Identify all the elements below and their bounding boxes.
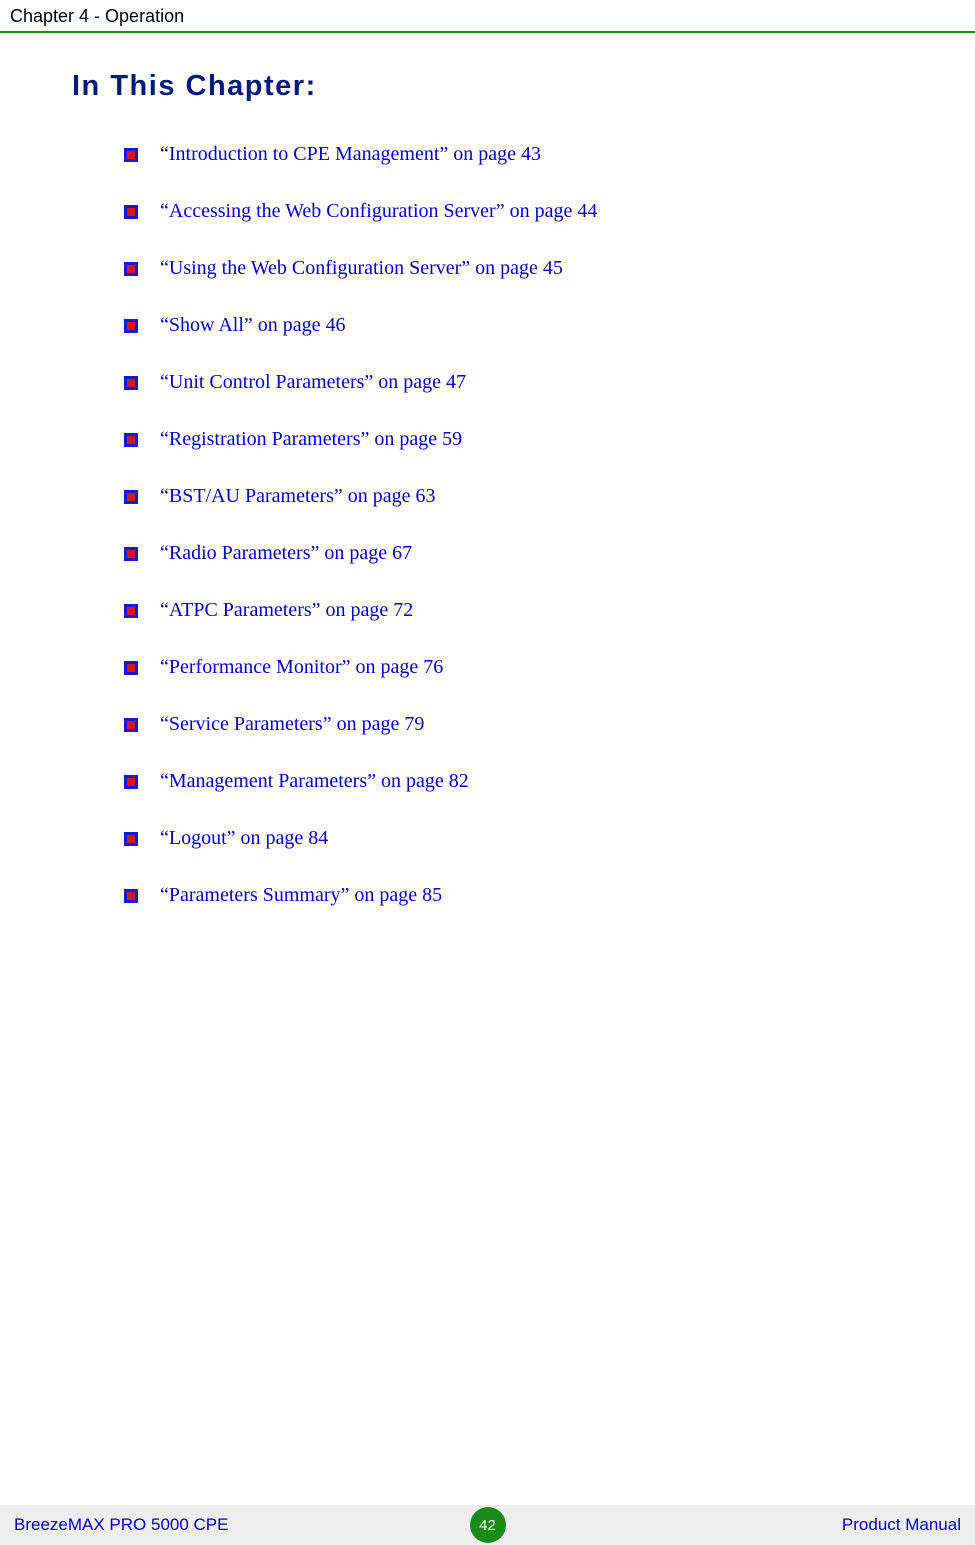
square-bullet-icon: [124, 604, 138, 618]
page-footer: BreezeMAX PRO 5000 CPE 42 Product Manual: [0, 1505, 975, 1545]
square-bullet-icon: [124, 433, 138, 447]
toc-link[interactable]: “Registration Parameters” on page 59: [160, 428, 462, 451]
toc-item: “Unit Control Parameters” on page 47: [124, 371, 935, 394]
square-bullet-icon: [124, 376, 138, 390]
toc-item: “BST/AU Parameters” on page 63: [124, 485, 935, 508]
toc-link[interactable]: “Accessing the Web Configuration Server”…: [160, 200, 597, 223]
toc-item: “Using the Web Configuration Server” on …: [124, 257, 935, 280]
toc-item: “Logout” on page 84: [124, 827, 935, 850]
toc-link[interactable]: “Unit Control Parameters” on page 47: [160, 371, 466, 394]
toc-link[interactable]: “Management Parameters” on page 82: [160, 770, 469, 793]
toc-item: “Management Parameters” on page 82: [124, 770, 935, 793]
square-bullet-icon: [124, 832, 138, 846]
toc-item: “Introduction to CPE Management” on page…: [124, 143, 935, 166]
toc-item: “Show All” on page 46: [124, 314, 935, 337]
toc-item: “Performance Monitor” on page 76: [124, 656, 935, 679]
square-bullet-icon: [124, 775, 138, 789]
toc-link[interactable]: “Radio Parameters” on page 67: [160, 542, 412, 565]
footer-manual-label[interactable]: Product Manual: [842, 1515, 961, 1535]
square-bullet-icon: [124, 490, 138, 504]
toc-link[interactable]: “Parameters Summary” on page 85: [160, 884, 442, 907]
toc-list: “Introduction to CPE Management” on page…: [72, 143, 935, 907]
chapter-label: Chapter 4 - Operation: [10, 6, 184, 26]
page-number-badge: 42: [470, 1507, 506, 1543]
page-number: 42: [479, 1517, 496, 1534]
square-bullet-icon: [124, 889, 138, 903]
square-bullet-icon: [124, 547, 138, 561]
toc-link[interactable]: “Performance Monitor” on page 76: [160, 656, 443, 679]
square-bullet-icon: [124, 148, 138, 162]
toc-item: “ATPC Parameters” on page 72: [124, 599, 935, 622]
footer-product-name[interactable]: BreezeMAX PRO 5000 CPE: [14, 1515, 228, 1535]
square-bullet-icon: [124, 718, 138, 732]
toc-link[interactable]: “Using the Web Configuration Server” on …: [160, 257, 563, 280]
toc-link[interactable]: “Show All” on page 46: [160, 314, 346, 337]
toc-item: “Parameters Summary” on page 85: [124, 884, 935, 907]
toc-link[interactable]: “ATPC Parameters” on page 72: [160, 599, 413, 622]
toc-item: “Service Parameters” on page 79: [124, 713, 935, 736]
toc-link[interactable]: “Logout” on page 84: [160, 827, 328, 850]
toc-item: “Radio Parameters” on page 67: [124, 542, 935, 565]
square-bullet-icon: [124, 661, 138, 675]
toc-item: “Accessing the Web Configuration Server”…: [124, 200, 935, 223]
square-bullet-icon: [124, 319, 138, 333]
toc-link[interactable]: “Service Parameters” on page 79: [160, 713, 424, 736]
square-bullet-icon: [124, 262, 138, 276]
content-area: In This Chapter: “Introduction to CPE Ma…: [72, 70, 935, 941]
page-header: Chapter 4 - Operation: [0, 6, 975, 33]
toc-item: “Registration Parameters” on page 59: [124, 428, 935, 451]
toc-link[interactable]: “BST/AU Parameters” on page 63: [160, 485, 435, 508]
square-bullet-icon: [124, 205, 138, 219]
in-this-chapter-heading: In This Chapter:: [72, 70, 935, 103]
toc-link[interactable]: “Introduction to CPE Management” on page…: [160, 143, 541, 166]
